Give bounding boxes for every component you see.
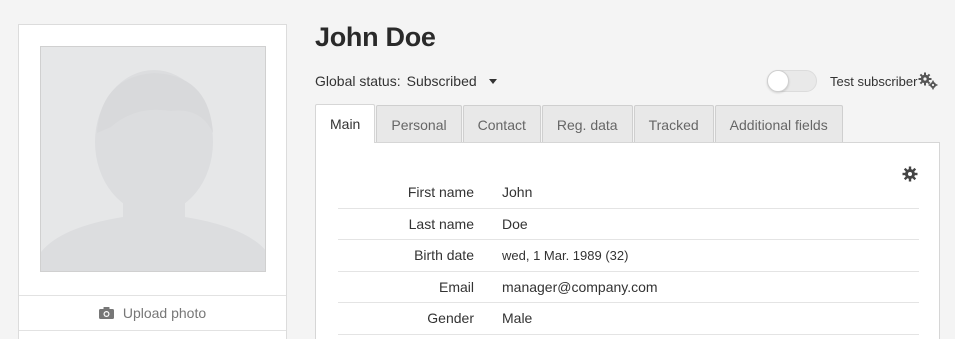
tab-tracked[interactable]: Tracked: [633, 105, 714, 143]
field-label: First name: [407, 184, 474, 201]
global-status: Global status: Subscribed: [315, 73, 497, 89]
field-last-name: Last name Doe: [338, 209, 919, 240]
field-value: Doe: [502, 215, 528, 232]
tab-contact[interactable]: Contact: [462, 105, 541, 143]
tab-personal[interactable]: Personal: [376, 105, 462, 143]
camera-icon: [98, 307, 114, 319]
field-email: Email manager@company.com: [338, 272, 919, 303]
field-value: manager@company.com: [502, 278, 658, 295]
field-birth-date: Birth date wed, 1 Mar. 1989 (32): [338, 240, 919, 272]
profile-tabs: Main Personal Contact Reg. data Tracked …: [315, 104, 844, 143]
tab-reg-data[interactable]: Reg. data: [541, 105, 633, 143]
toggle-knob: [767, 70, 789, 92]
page-title: John Doe: [315, 22, 436, 52]
avatar-placeholder: [40, 46, 266, 272]
gears-icon[interactable]: [918, 72, 938, 90]
upload-photo-button[interactable]: Upload photo: [19, 295, 286, 331]
global-status-value[interactable]: Subscribed: [407, 73, 477, 89]
field-value: Male: [502, 310, 533, 327]
upload-photo-label: Upload photo: [122, 305, 207, 321]
field-first-name: First name John: [338, 177, 919, 209]
field-label: Last name: [408, 215, 474, 232]
field-value: wed, 1 Mar. 1989 (32): [502, 247, 629, 263]
tab-main[interactable]: Main: [315, 104, 376, 143]
field-label: Birth date: [414, 247, 474, 264]
field-value: John: [502, 184, 533, 201]
field-label: Gender: [427, 310, 474, 327]
tab-additional-fields[interactable]: Additional fields: [714, 105, 843, 143]
caret-down-icon[interactable]: [488, 78, 497, 84]
main-tab-panel: First name John Last name Doe Birth date…: [315, 142, 940, 339]
global-status-label: Global status:: [315, 73, 401, 89]
profile-photo-card: Upload photo: [18, 24, 287, 339]
silhouette-icon: [41, 47, 265, 271]
test-subscriber-label: Test subscriber: [830, 74, 918, 89]
profile-fields: First name John Last name Doe Birth date…: [338, 177, 919, 335]
field-label: Email: [438, 278, 474, 295]
test-subscriber-toggle[interactable]: [767, 70, 817, 92]
field-gender: Gender Male: [338, 303, 919, 335]
